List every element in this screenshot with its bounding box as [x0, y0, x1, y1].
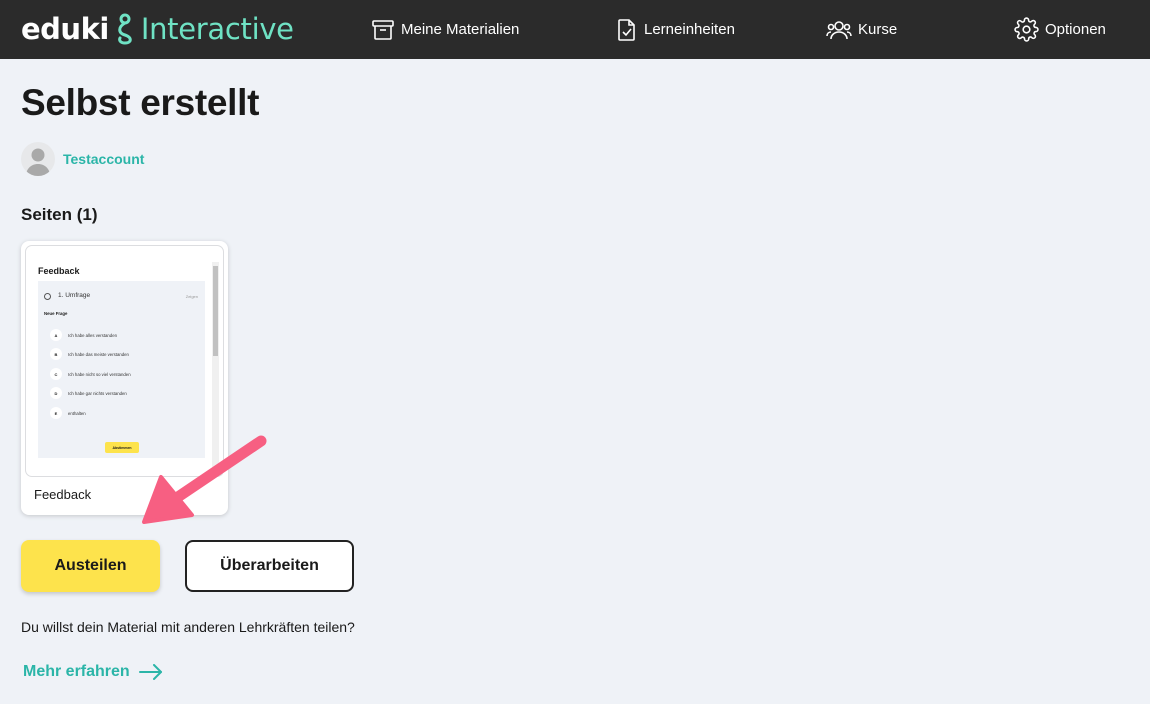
- nav-label: Kurse: [858, 21, 898, 38]
- option-text: Ich habe das meiste verstanden: [68, 351, 129, 357]
- option-letter: C: [50, 368, 62, 380]
- option-text: Ich habe gar nichts verstanden: [68, 390, 127, 396]
- page-preview-thumbnail: Feedback 1. Umfrage Zeigen Neue Frage A …: [25, 245, 224, 477]
- top-navigation-bar: eduki Interactive Meine Materialien Lern…: [0, 0, 1150, 59]
- nav-meine-materialien[interactable]: Meine Materialien: [371, 0, 519, 59]
- gear-icon: [1014, 17, 1039, 42]
- preview-option: E enthalten: [50, 407, 86, 419]
- logo-eduki-text: eduki: [21, 12, 109, 46]
- archive-box-icon: [372, 19, 394, 40]
- preview-toggle-label: Zeigen: [185, 294, 198, 299]
- nav-label: Optionen: [1045, 21, 1106, 38]
- page-card[interactable]: Feedback 1. Umfrage Zeigen Neue Frage A …: [21, 241, 228, 515]
- author-name-link[interactable]: Testaccount: [63, 151, 144, 167]
- author-info: Testaccount: [21, 142, 144, 176]
- option-letter: A: [50, 329, 62, 341]
- logo-interactive-text: Interactive: [140, 12, 294, 46]
- users-icon: [826, 20, 852, 39]
- preview-title: Feedback: [38, 266, 80, 276]
- arrow-right-icon: [138, 664, 162, 680]
- nav-kurse[interactable]: Kurse: [826, 0, 897, 59]
- page-title: Selbst erstellt: [21, 82, 260, 123]
- preview-question: Neue Frage: [44, 311, 68, 316]
- preview-question-type: 1. Umfrage: [58, 292, 91, 299]
- option-letter: D: [50, 387, 62, 399]
- nav-label: Meine Materialien: [401, 21, 520, 38]
- nav-lerneinheiten[interactable]: Lerneinheiten: [616, 0, 735, 59]
- preview-option: D Ich habe gar nichts verstanden: [50, 387, 127, 399]
- preview-option: B Ich habe das meiste verstanden: [50, 348, 129, 360]
- edit-button[interactable]: Überarbeiten: [185, 540, 354, 592]
- preview-option: C Ich habe nicht so viel verstanden: [50, 368, 131, 380]
- option-text: Ich habe alles verstanden: [68, 332, 117, 338]
- option-text: enthalten: [68, 410, 86, 416]
- nav-label: Lerneinheiten: [644, 21, 735, 38]
- preview-poll-panel: 1. Umfrage Zeigen Neue Frage A Ich habe …: [38, 281, 205, 458]
- radio-icon: [44, 293, 51, 300]
- preview-submit-button: Abstimmen: [105, 442, 139, 453]
- avatar: [21, 142, 55, 176]
- pages-section-title: Seiten (1): [21, 205, 98, 224]
- document-check-icon: [618, 18, 635, 41]
- option-letter: E: [50, 407, 62, 419]
- option-text: Ich habe nicht so viel verstanden: [68, 371, 131, 377]
- logo-figure-icon: [115, 13, 135, 45]
- eduki-interactive-logo[interactable]: eduki Interactive: [21, 12, 294, 46]
- option-letter: B: [50, 348, 62, 360]
- learn-more-label: Mehr erfahren: [23, 663, 130, 680]
- nav-optionen[interactable]: Optionen: [1014, 0, 1106, 59]
- share-button[interactable]: Austeilen: [21, 540, 160, 592]
- preview-scrollbar-thumb: [213, 266, 218, 356]
- preview-option: A Ich habe alles verstanden: [50, 329, 117, 341]
- share-info-text: Du willst dein Material mit anderen Lehr…: [21, 619, 355, 635]
- preview-scrollbar: [212, 262, 219, 467]
- learn-more-link[interactable]: Mehr erfahren: [23, 663, 163, 681]
- page-card-label: Feedback: [34, 487, 92, 502]
